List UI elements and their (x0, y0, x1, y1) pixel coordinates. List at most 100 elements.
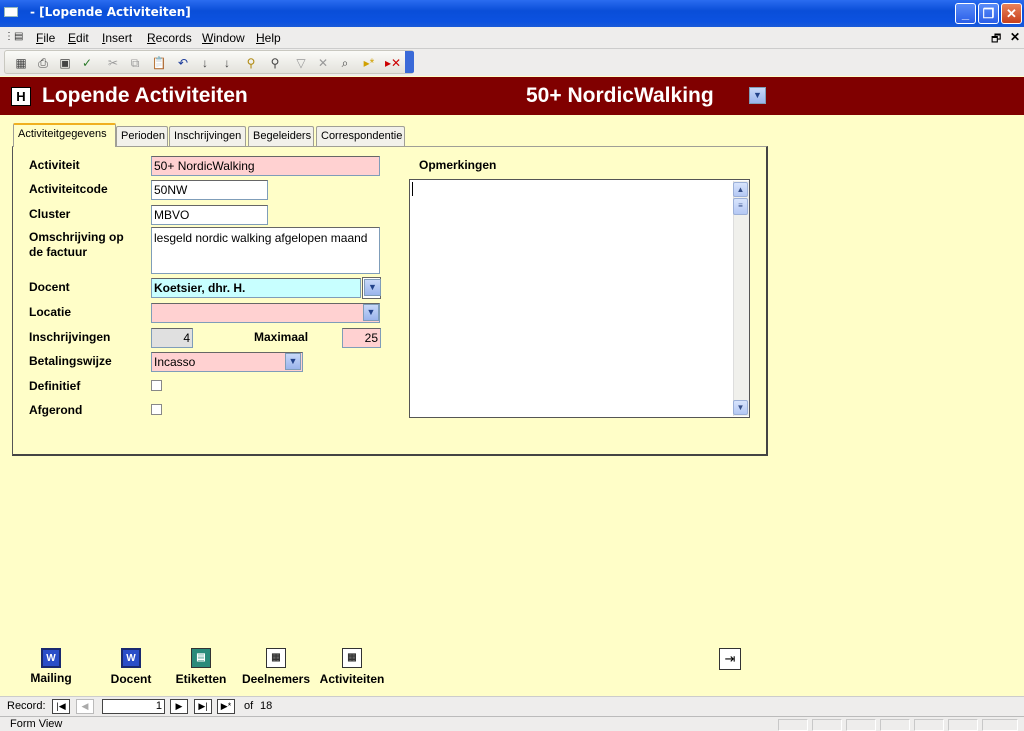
scroll-down-icon[interactable]: ▼ (733, 400, 748, 415)
docent-button[interactable]: W Docent (102, 648, 160, 686)
status-cell (948, 719, 978, 731)
omschrijving-field[interactable]: lesgeld nordic walking afgelopen maand (151, 227, 380, 274)
menu-edit[interactable]: Edit (68, 31, 89, 45)
record-selector-dropdown[interactable]: ▼ (749, 87, 766, 104)
activiteiten-button[interactable]: ▦ Activiteiten (314, 648, 390, 686)
betalingswijze-dropdown[interactable]: ▼ (285, 353, 301, 370)
menu-bar: ⋮▤ File Edit Insert Records Window Help … (0, 27, 1024, 49)
activiteitcode-field[interactable]: 50NW (151, 180, 268, 200)
first-record-icon[interactable]: |◀ (52, 699, 70, 714)
copy-icon[interactable]: ⧉ (127, 55, 143, 71)
delete-record-icon[interactable]: ▸✕ (385, 55, 401, 71)
omschrijving-label: Omschrijving op de factuur (29, 230, 124, 259)
status-cell (778, 719, 808, 731)
exit-door-icon[interactable]: ⇥ (719, 648, 741, 670)
locatie-label: Locatie (29, 305, 72, 319)
status-text: Form View (10, 718, 63, 730)
scroll-thumb[interactable]: ≡ (733, 198, 748, 215)
undo-icon[interactable]: ↶ (175, 55, 191, 71)
opmerkingen-label: Opmerkingen (419, 158, 497, 172)
menu-records[interactable]: Records (147, 31, 192, 45)
labels-icon: ▤ (191, 648, 211, 668)
etiketten-button-label: Etiketten (175, 672, 227, 686)
etiketten-button[interactable]: ▤ Etiketten (170, 648, 232, 686)
home-icon[interactable]: H (11, 87, 31, 106)
form-menu-icon[interactable]: ⋮▤ (4, 31, 26, 45)
close-button[interactable]: ✕ (1001, 3, 1022, 24)
print-preview-icon[interactable]: ▣ (57, 55, 73, 71)
docent-dropdown[interactable]: ▼ (364, 279, 381, 296)
record-total: 18 (260, 700, 273, 712)
cut-icon[interactable]: ✂ (105, 55, 121, 71)
menu-window[interactable]: Window (202, 31, 245, 45)
mailing-button-label: Mailing (30, 671, 72, 685)
status-cell (982, 719, 1018, 731)
betalingswijze-field[interactable]: Incasso (151, 352, 303, 372)
afgerond-checkbox[interactable] (151, 404, 162, 415)
doc-close-icon[interactable]: ✕ (1010, 30, 1020, 44)
deelnemers-button[interactable]: ▦ Deelnemers (236, 648, 316, 686)
word-icon: W (121, 648, 141, 668)
last-record-icon[interactable]: ▶| (194, 699, 212, 714)
remove-filter-icon[interactable]: ✕ (315, 55, 331, 71)
betalingswijze-label: Betalingswijze (29, 354, 112, 368)
menu-help[interactable]: Help (256, 31, 281, 45)
activiteitcode-label: Activiteitcode (29, 182, 108, 196)
new-record-icon[interactable]: ▸* (361, 55, 377, 71)
tab-activiteitgegevens[interactable]: Activiteitgegevens (13, 123, 116, 147)
next-record-icon[interactable]: ▶ (170, 699, 188, 714)
tab-correspondentie[interactable]: Correspondentie (316, 126, 405, 146)
restore-button[interactable]: ❐ (978, 3, 999, 24)
of-label: of (244, 700, 254, 712)
deelnemers-button-label: Deelnemers (241, 672, 311, 686)
minimize-button[interactable]: _ (955, 3, 976, 24)
activiteit-field[interactable]: 50+ NordicWalking (151, 156, 380, 176)
cluster-label: Cluster (29, 207, 71, 221)
form-title: Lopende Activiteiten (42, 84, 248, 107)
report-icon: ▦ (266, 648, 286, 668)
title-bar: - [Lopende Activiteiten] _ ❐ ✕ (0, 0, 1024, 27)
doc-restore-icon[interactable]: 🗗 (991, 30, 1001, 49)
spelling-icon[interactable]: ✓ (79, 55, 95, 71)
sort-descending-icon[interactable]: ↓ (219, 55, 235, 71)
text-cursor (412, 182, 413, 196)
definitief-checkbox[interactable] (151, 380, 162, 391)
tab-begeleiders[interactable]: Begeleiders (248, 126, 314, 146)
menu-file[interactable]: File (36, 31, 55, 45)
toolbar-group: ▦ ⎙ ▣ ✓ ✂ ⧉ 📋 ↶ ↓ ↓ ⚲ ⚲ ▽ ✕ ⌕ ▸* ▸✕ (4, 50, 414, 74)
opmerkingen-scrollbar[interactable] (733, 181, 749, 416)
locatie-field[interactable] (151, 303, 380, 323)
previous-record-icon[interactable]: ◀ (76, 699, 94, 714)
status-bar: Form View (0, 716, 1024, 731)
tab-perioden[interactable]: Perioden (116, 126, 168, 146)
sort-ascending-icon[interactable]: ↓ (197, 55, 213, 71)
status-cell (812, 719, 842, 731)
docent-field[interactable]: Koetsier, dhr. H. (151, 278, 361, 298)
filter-by-selection-icon[interactable]: ⚲ (243, 55, 259, 71)
tab-inschrijvingen[interactable]: Inschrijvingen (169, 126, 246, 146)
window-title: - [Lopende Activiteiten] (30, 5, 191, 19)
paste-icon[interactable]: 📋 (151, 55, 167, 71)
mailing-button[interactable]: W Mailing (22, 648, 80, 685)
docent-label: Docent (29, 280, 70, 294)
scroll-up-icon[interactable]: ▲ (733, 182, 748, 197)
new-record-nav-icon[interactable]: ▶* (217, 699, 235, 714)
app-icon[interactable] (4, 7, 18, 17)
activiteit-label: Activiteit (29, 158, 80, 172)
maximaal-label: Maximaal (254, 330, 309, 344)
maximaal-field[interactable]: 25 (342, 328, 381, 348)
filter-by-form-icon[interactable]: ⚲ (267, 55, 283, 71)
docent-button-label: Docent (110, 672, 152, 686)
definitief-label: Definitief (29, 379, 81, 393)
current-record-input[interactable]: 1 (102, 699, 165, 714)
form-header: H Lopende Activiteiten 50+ NordicWalking (0, 77, 1024, 115)
opmerkingen-field[interactable] (409, 179, 750, 418)
print-icon[interactable]: ⎙ (35, 55, 51, 71)
toolbar-options-icon[interactable] (405, 51, 414, 73)
locatie-dropdown[interactable]: ▼ (363, 304, 379, 321)
menu-insert[interactable]: Insert (102, 31, 132, 45)
find-icon[interactable]: ⌕ (337, 55, 353, 71)
view-icon[interactable]: ▦ (13, 55, 29, 71)
apply-filter-icon[interactable]: ▽ (293, 55, 309, 71)
cluster-field[interactable]: MBVO (151, 205, 268, 225)
